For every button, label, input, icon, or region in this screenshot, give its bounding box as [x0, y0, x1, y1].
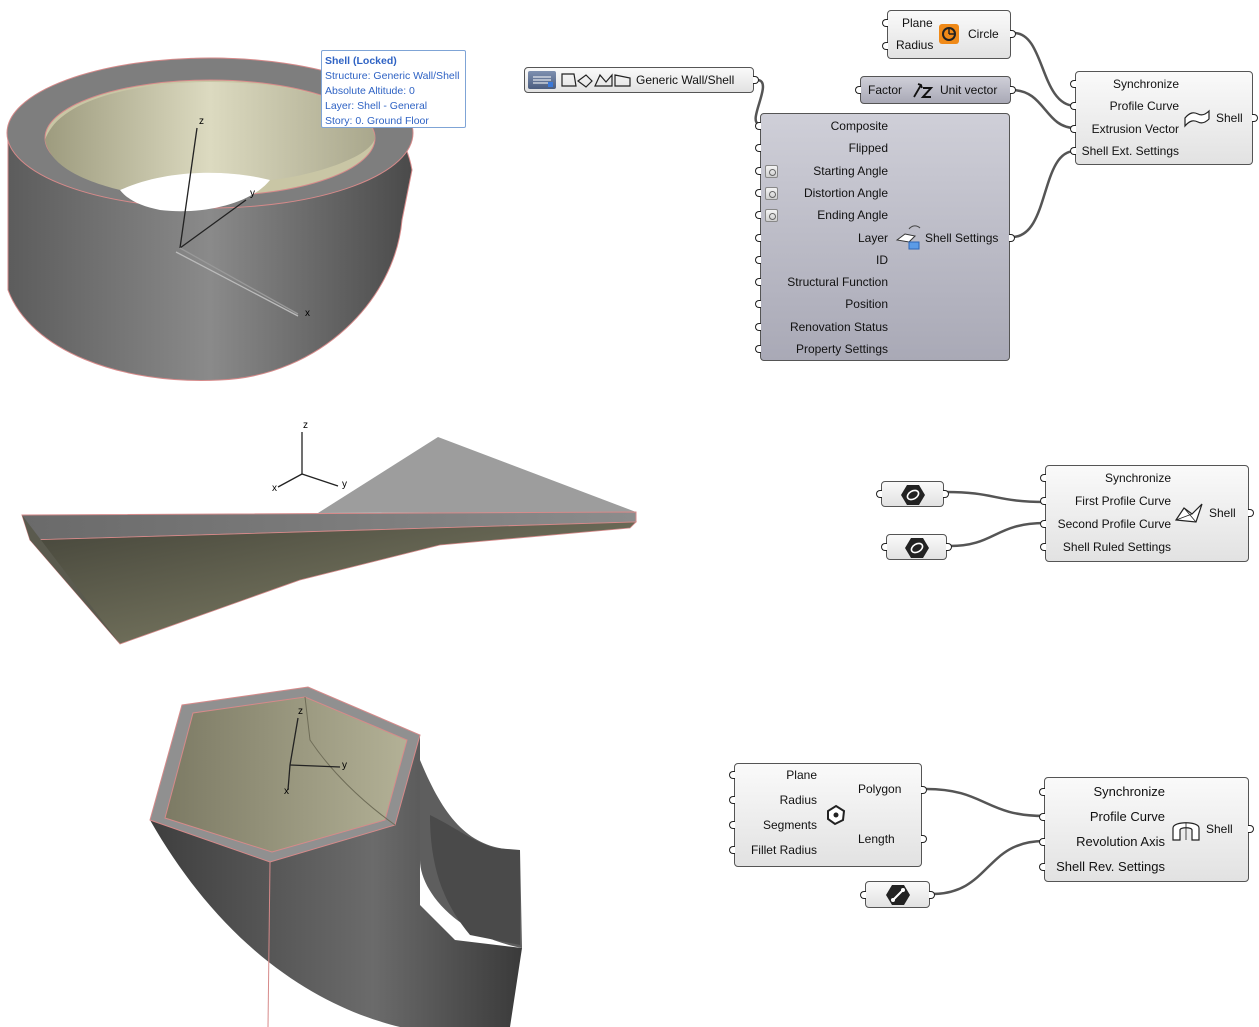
- shell-settings-angle-toggle[interactable]: [765, 186, 778, 200]
- hexagon-shell[interactable]: [149, 686, 522, 1027]
- hex-axis-y-label: y: [342, 760, 347, 771]
- shell-ruled-input-label: Second Profile Curve: [1057, 517, 1171, 531]
- line-param-input-port[interactable]: [860, 891, 866, 899]
- cyl-axis-z-label: z: [199, 116, 204, 127]
- shell-revolve-input-label: Synchronize: [1093, 784, 1165, 799]
- shell-settings-angle-toggle[interactable]: [765, 164, 778, 178]
- cyl-axis-y-label: y: [250, 188, 255, 199]
- shell-ruled-input-label: First Profile Curve: [1074, 494, 1171, 508]
- polygon-input-label: Segments: [762, 818, 817, 832]
- unit-vector-node[interactable]: Factor Unit vector: [855, 76, 1016, 104]
- shell-settings-angle-toggle[interactable]: [765, 209, 778, 223]
- shell-extrude-input-label: Synchronize: [1112, 77, 1179, 91]
- ruled-axis-x-label: x: [272, 483, 277, 494]
- unit-vector-input-factor: Factor: [868, 83, 903, 97]
- circle-output-label: Circle: [968, 27, 999, 41]
- polygon-output-length: Length: [858, 832, 895, 846]
- shell-settings-icon: [895, 225, 921, 250]
- cyl-axis-x-label: x: [305, 308, 310, 319]
- unit-vector-input-port[interactable]: [855, 86, 861, 94]
- ruled-axes: [277, 432, 339, 488]
- polygon-output-polygon: Polygon: [858, 782, 902, 796]
- shell-ruled-input-label: Synchronize: [1104, 471, 1171, 485]
- circle-node[interactable]: Plane Radius Circle: [882, 10, 1016, 59]
- circle-input-port-plane[interactable]: [882, 19, 888, 27]
- ruled-axis-y-label: y: [342, 479, 347, 490]
- shell-revolve-input-label: Profile Curve: [1089, 809, 1165, 824]
- curve-param-2[interactable]: [881, 534, 952, 560]
- circle-input-port-radius[interactable]: [882, 42, 888, 50]
- circle-input-plane: Plane: [902, 16, 933, 30]
- element-info-tooltip: Shell (Locked) Structure: Generic Wall/S…: [321, 50, 466, 128]
- ruled-axis-z-label: z: [303, 420, 308, 431]
- shell-revolve-input-label: Revolution Axis: [1076, 834, 1165, 849]
- shell-settings-input-label: Property Settings: [795, 342, 888, 356]
- wall-shell-toolbar-icon: [528, 71, 556, 89]
- curve-param-1-input-port[interactable]: [876, 490, 882, 498]
- shell-ruled-input-label: Shell Ruled Settings: [1062, 540, 1171, 554]
- hex-axis-x-label: x: [284, 786, 289, 797]
- wall-shell-label: Generic Wall/Shell: [636, 73, 735, 87]
- shell-settings-input-label: Structural Function: [787, 275, 888, 290]
- tooltip-title: Shell (Locked): [325, 55, 397, 67]
- shell-settings-input-label: Flipped: [848, 141, 888, 156]
- tooltip-altitude: Absolute Altitude: 0: [325, 85, 415, 97]
- shell-settings-input-label: ID: [876, 252, 888, 267]
- shell-settings-output-label: Shell Settings: [925, 231, 999, 245]
- curve-param-icon: [901, 485, 925, 505]
- shell-ruled-icon: [1174, 503, 1203, 523]
- curve-param-1[interactable]: [876, 481, 949, 507]
- shell-extrude-input-label: Extrusion Vector: [1091, 121, 1179, 136]
- shell-revolve-node[interactable]: Synchronize Profile Curve Revolution Axis S…: [1039, 777, 1254, 882]
- line-param[interactable]: [860, 881, 935, 908]
- shell-settings-input-label: Position: [845, 297, 888, 312]
- line-param-icon: [886, 885, 910, 905]
- shell-settings-input-label: Renovation Status: [789, 319, 888, 334]
- circle-icon: [939, 24, 959, 44]
- hex-axis-z-label: z: [298, 706, 303, 717]
- unit-vector-z-icon: [913, 83, 934, 98]
- shell-revolve-input-label: Shell Rev. Settings: [1056, 859, 1165, 874]
- unit-vector-output-label: Unit vector: [940, 83, 998, 97]
- shell-ruled-output-label: Shell: [1209, 506, 1236, 520]
- shell-settings-input-label: Composite: [830, 119, 888, 133]
- shell-extrude-node[interactable]: Synchronize Profile Curve Extrusion Vector…: [1070, 71, 1258, 165]
- tooltip-structure: Structure: Generic Wall/Shell: [325, 70, 460, 82]
- shell-shapes-icon: [561, 73, 631, 88]
- shell-extrude-icon: [1184, 109, 1210, 128]
- ruled-shell[interactable]: [21, 437, 637, 645]
- shell-settings-node[interactable]: Composite Flipped Starting Angle Distortion…: [755, 113, 1015, 361]
- curve-param-icon: [905, 538, 929, 558]
- shell-extrude-output-label: Shell: [1216, 111, 1243, 125]
- tooltip-story: Story: 0. Ground Floor: [325, 115, 429, 127]
- curve-param-2-input-port[interactable]: [881, 543, 887, 551]
- polygon-input-label: Radius: [779, 793, 817, 807]
- tooltip-layer: Layer: Shell - General: [325, 100, 428, 112]
- shell-revolve-output-label: Shell: [1206, 822, 1233, 836]
- polygon-input-label: Plane: [786, 768, 817, 782]
- shell-ruled-node[interactable]: Synchronize First Profile Curve Second Pro…: [1040, 465, 1254, 562]
- wall-shell-param[interactable]: Generic Wall/Shell: [524, 67, 759, 93]
- polygon-input-label: Fillet Radius: [750, 843, 817, 857]
- polygon-node[interactable]: Plane Radius Segments Fillet Radius Polygon…: [729, 763, 927, 867]
- shell-extrude-input-label: Profile Curve: [1109, 99, 1179, 114]
- shell-revolve-icon: [1172, 822, 1200, 841]
- circle-input-radius: Radius: [896, 38, 934, 52]
- polygon-icon: [827, 804, 846, 826]
- shell-settings-input-label: Ending Angle: [817, 208, 888, 223]
- shell-settings-input-label: Starting Angle: [813, 163, 888, 178]
- shell-extrude-input-label: Shell Ext. Settings: [1081, 143, 1179, 158]
- shell-settings-input-label: Layer: [857, 230, 888, 245]
- shell-settings-input-label: Distortion Angle: [803, 185, 888, 200]
